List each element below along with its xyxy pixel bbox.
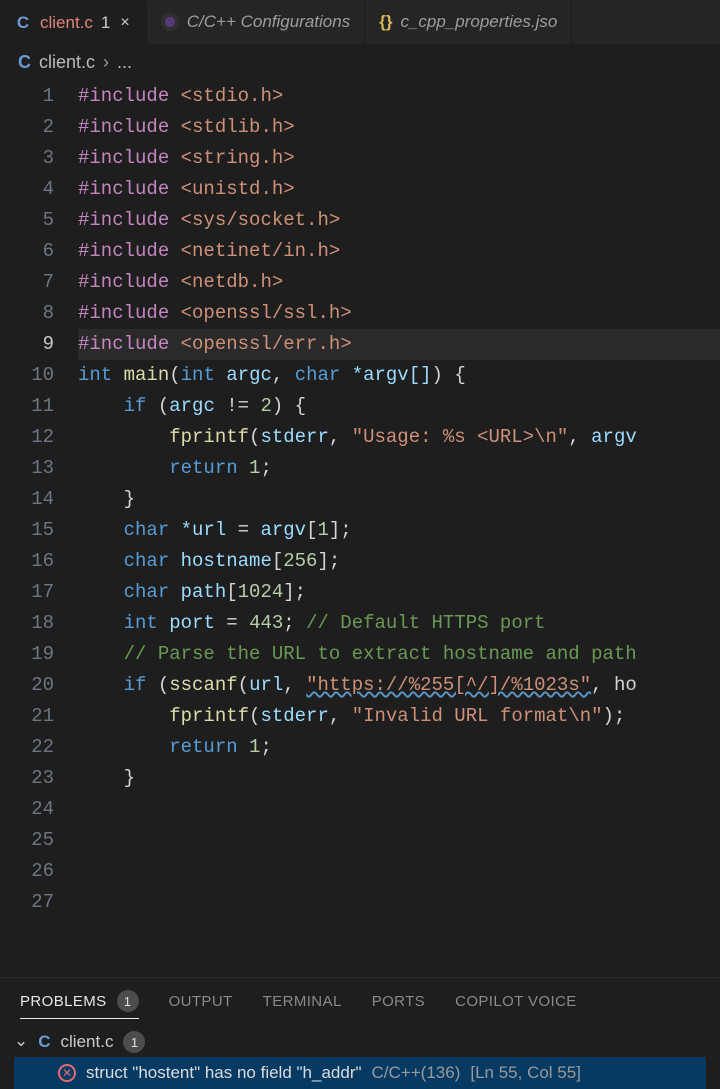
- problems-item[interactable]: ✕ struct "hostent" has no field "h_addr"…: [14, 1057, 706, 1089]
- panel-tab-copilot-voice[interactable]: COPILOT VOICE: [455, 993, 577, 1010]
- json-icon: {}: [379, 12, 392, 32]
- file-problems-count: 1: [123, 1031, 145, 1053]
- tab-c-cpp-properties-json[interactable]: {} c_cpp_properties.jso: [365, 0, 572, 44]
- tab-label: client.c: [40, 13, 93, 33]
- breadcrumb[interactable]: C client.c › ...: [0, 44, 720, 81]
- problems-count-badge: 1: [117, 990, 139, 1012]
- panel-tab-label: PROBLEMS: [20, 993, 107, 1010]
- bottom-panel: PROBLEMS 1 OUTPUT TERMINAL PORTS COPILOT…: [0, 977, 720, 1089]
- code-editor[interactable]: 1234567891011121314151617181920212223242…: [0, 81, 720, 977]
- tab-modified-count: 1: [101, 13, 110, 33]
- panel-tab-label: PORTS: [372, 993, 425, 1010]
- code-content[interactable]: #include <stdio.h>#include <stdlib.h>#in…: [78, 81, 720, 977]
- problem-message: struct "hostent" has no field "h_addr": [86, 1063, 362, 1083]
- tab-c-cpp-configurations[interactable]: C/C++ Configurations: [147, 0, 365, 44]
- problem-location: [Ln 55, Col 55]: [470, 1063, 581, 1083]
- breadcrumb-file: client.c: [39, 52, 95, 73]
- problem-source: C/C++(136): [372, 1063, 461, 1083]
- config-icon: [161, 13, 179, 31]
- chevron-down-icon: ⌄: [14, 1031, 28, 1051]
- tab-label: C/C++ Configurations: [187, 12, 350, 32]
- c-file-icon: C: [18, 52, 31, 73]
- problems-body: ⌄ C client.c 1 ✕ struct "hostent" has no…: [0, 1021, 720, 1089]
- editor-tabs: C client.c 1 × C/C++ Configurations {} c…: [0, 0, 720, 44]
- panel-tab-label: COPILOT VOICE: [455, 993, 577, 1010]
- panel-tab-label: TERMINAL: [263, 993, 342, 1010]
- c-file-icon: C: [38, 1032, 50, 1052]
- close-icon[interactable]: ×: [118, 12, 131, 34]
- panel-tab-output[interactable]: OUTPUT: [169, 993, 233, 1010]
- c-file-icon: C: [14, 13, 32, 33]
- panel-tab-problems[interactable]: PROBLEMS 1: [20, 990, 139, 1019]
- tab-label: c_cpp_properties.jso: [400, 12, 557, 32]
- tab-client-c[interactable]: C client.c 1 ×: [0, 0, 147, 44]
- breadcrumb-more: ...: [117, 52, 132, 73]
- panel-tabs: PROBLEMS 1 OUTPUT TERMINAL PORTS COPILOT…: [0, 978, 720, 1021]
- panel-tab-label: OUTPUT: [169, 993, 233, 1010]
- line-number-gutter: 1234567891011121314151617181920212223242…: [0, 81, 78, 977]
- panel-tab-terminal[interactable]: TERMINAL: [263, 993, 342, 1010]
- problems-file-name: client.c: [61, 1032, 114, 1052]
- error-icon: ✕: [58, 1064, 76, 1082]
- panel-tab-ports[interactable]: PORTS: [372, 993, 425, 1010]
- problems-file-row[interactable]: ⌄ C client.c 1: [14, 1027, 706, 1057]
- chevron-right-icon: ›: [103, 52, 109, 73]
